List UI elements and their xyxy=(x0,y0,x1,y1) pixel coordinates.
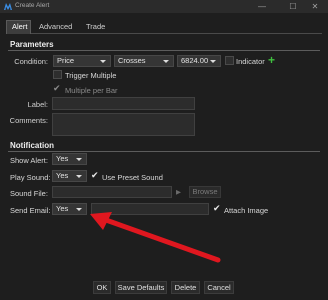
annotation-arrow xyxy=(90,212,221,263)
delete-button[interactable]: Delete xyxy=(171,281,200,294)
ok-button[interactable]: OK xyxy=(93,281,111,294)
cancel-button[interactable]: Cancel xyxy=(204,281,234,294)
save-defaults-button[interactable]: Save Defaults xyxy=(115,281,167,294)
